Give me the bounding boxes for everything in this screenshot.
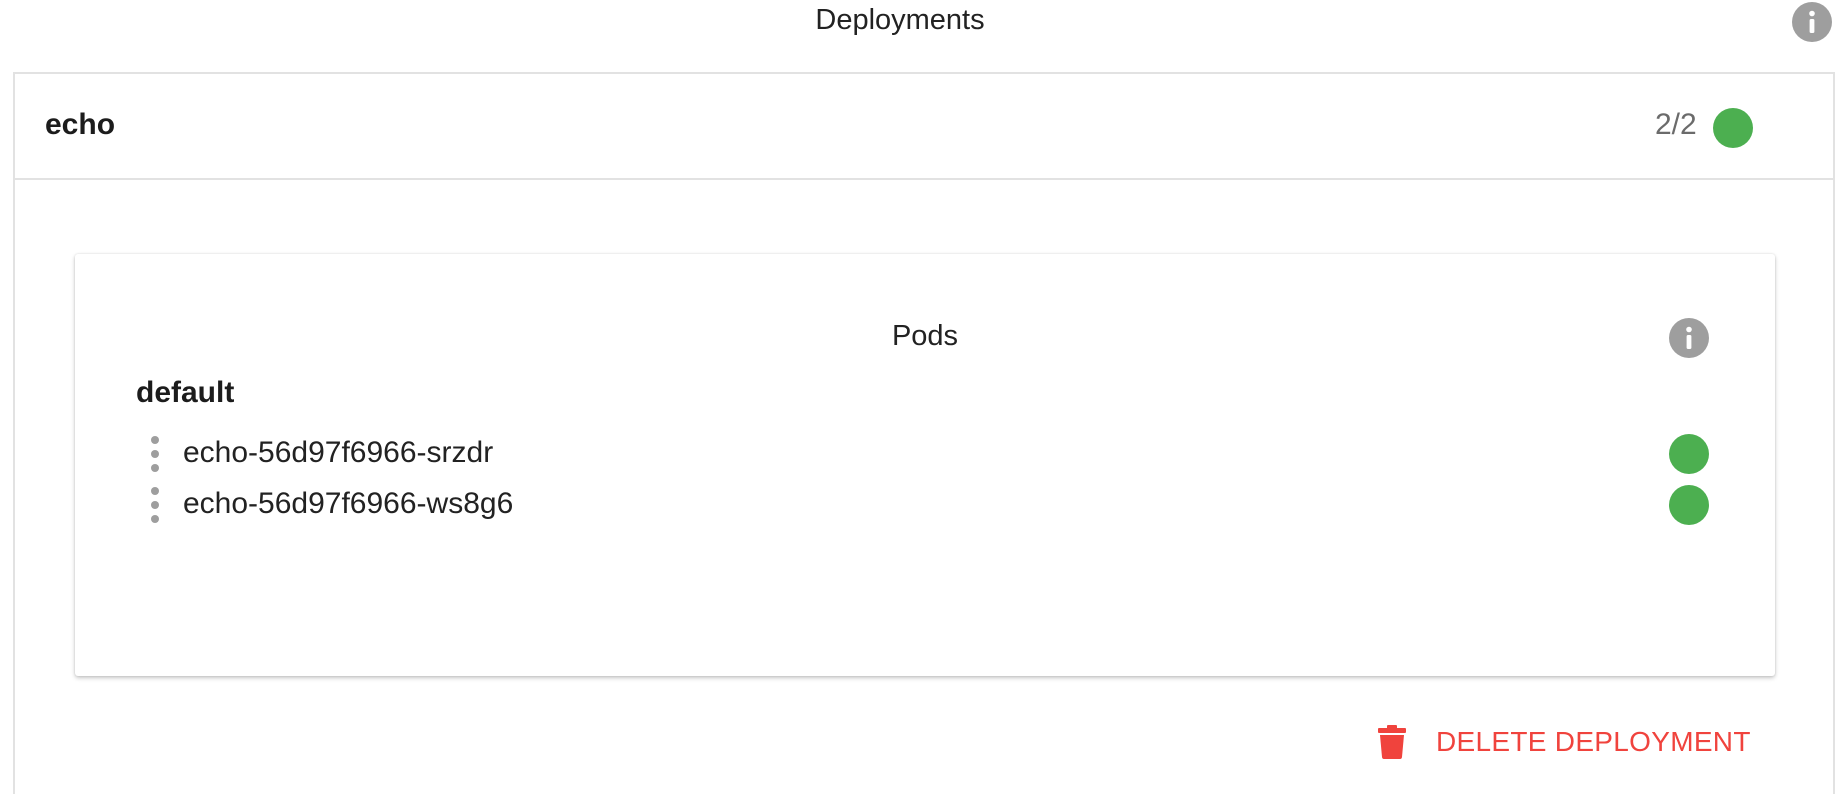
pod-name: echo-56d97f6966-ws8g6	[183, 487, 514, 520]
pod-row: echo-56d97f6966-srzdr	[75, 430, 1775, 480]
namespace-label: default	[136, 376, 235, 409]
pods-info-icon[interactable]	[1669, 318, 1709, 358]
deployment-name: echo	[45, 108, 116, 141]
delete-deployment-button[interactable]: DELETE DEPLOYMENT	[1378, 720, 1758, 764]
pod-status-indicator	[1669, 485, 1709, 525]
deployment-panel: echo 2/2 Pods default echo-56d97f6966-sr…	[13, 72, 1835, 794]
pod-name: echo-56d97f6966-srzdr	[183, 436, 494, 469]
deployments-page: Deployments echo 2/2 Pods default echo-5…	[0, 0, 1844, 794]
pods-title: Pods	[891, 320, 959, 352]
page-header: Deployments	[0, 0, 1844, 44]
page-title: Deployments	[815, 4, 985, 36]
replica-count: 2/2	[1655, 108, 1697, 141]
more-vert-icon[interactable]	[147, 487, 163, 523]
more-vert-icon[interactable]	[147, 436, 163, 472]
deployment-header[interactable]: echo 2/2	[15, 74, 1833, 180]
info-icon[interactable]	[1792, 2, 1832, 42]
delete-deployment-label: DELETE DEPLOYMENT	[1436, 726, 1751, 757]
deployment-status-indicator	[1713, 108, 1753, 148]
trash-icon	[1378, 725, 1406, 759]
pods-card: Pods default echo-56d97f6966-srzdr echo-…	[75, 254, 1775, 676]
pod-row: echo-56d97f6966-ws8g6	[75, 481, 1775, 531]
pod-status-indicator	[1669, 434, 1709, 474]
